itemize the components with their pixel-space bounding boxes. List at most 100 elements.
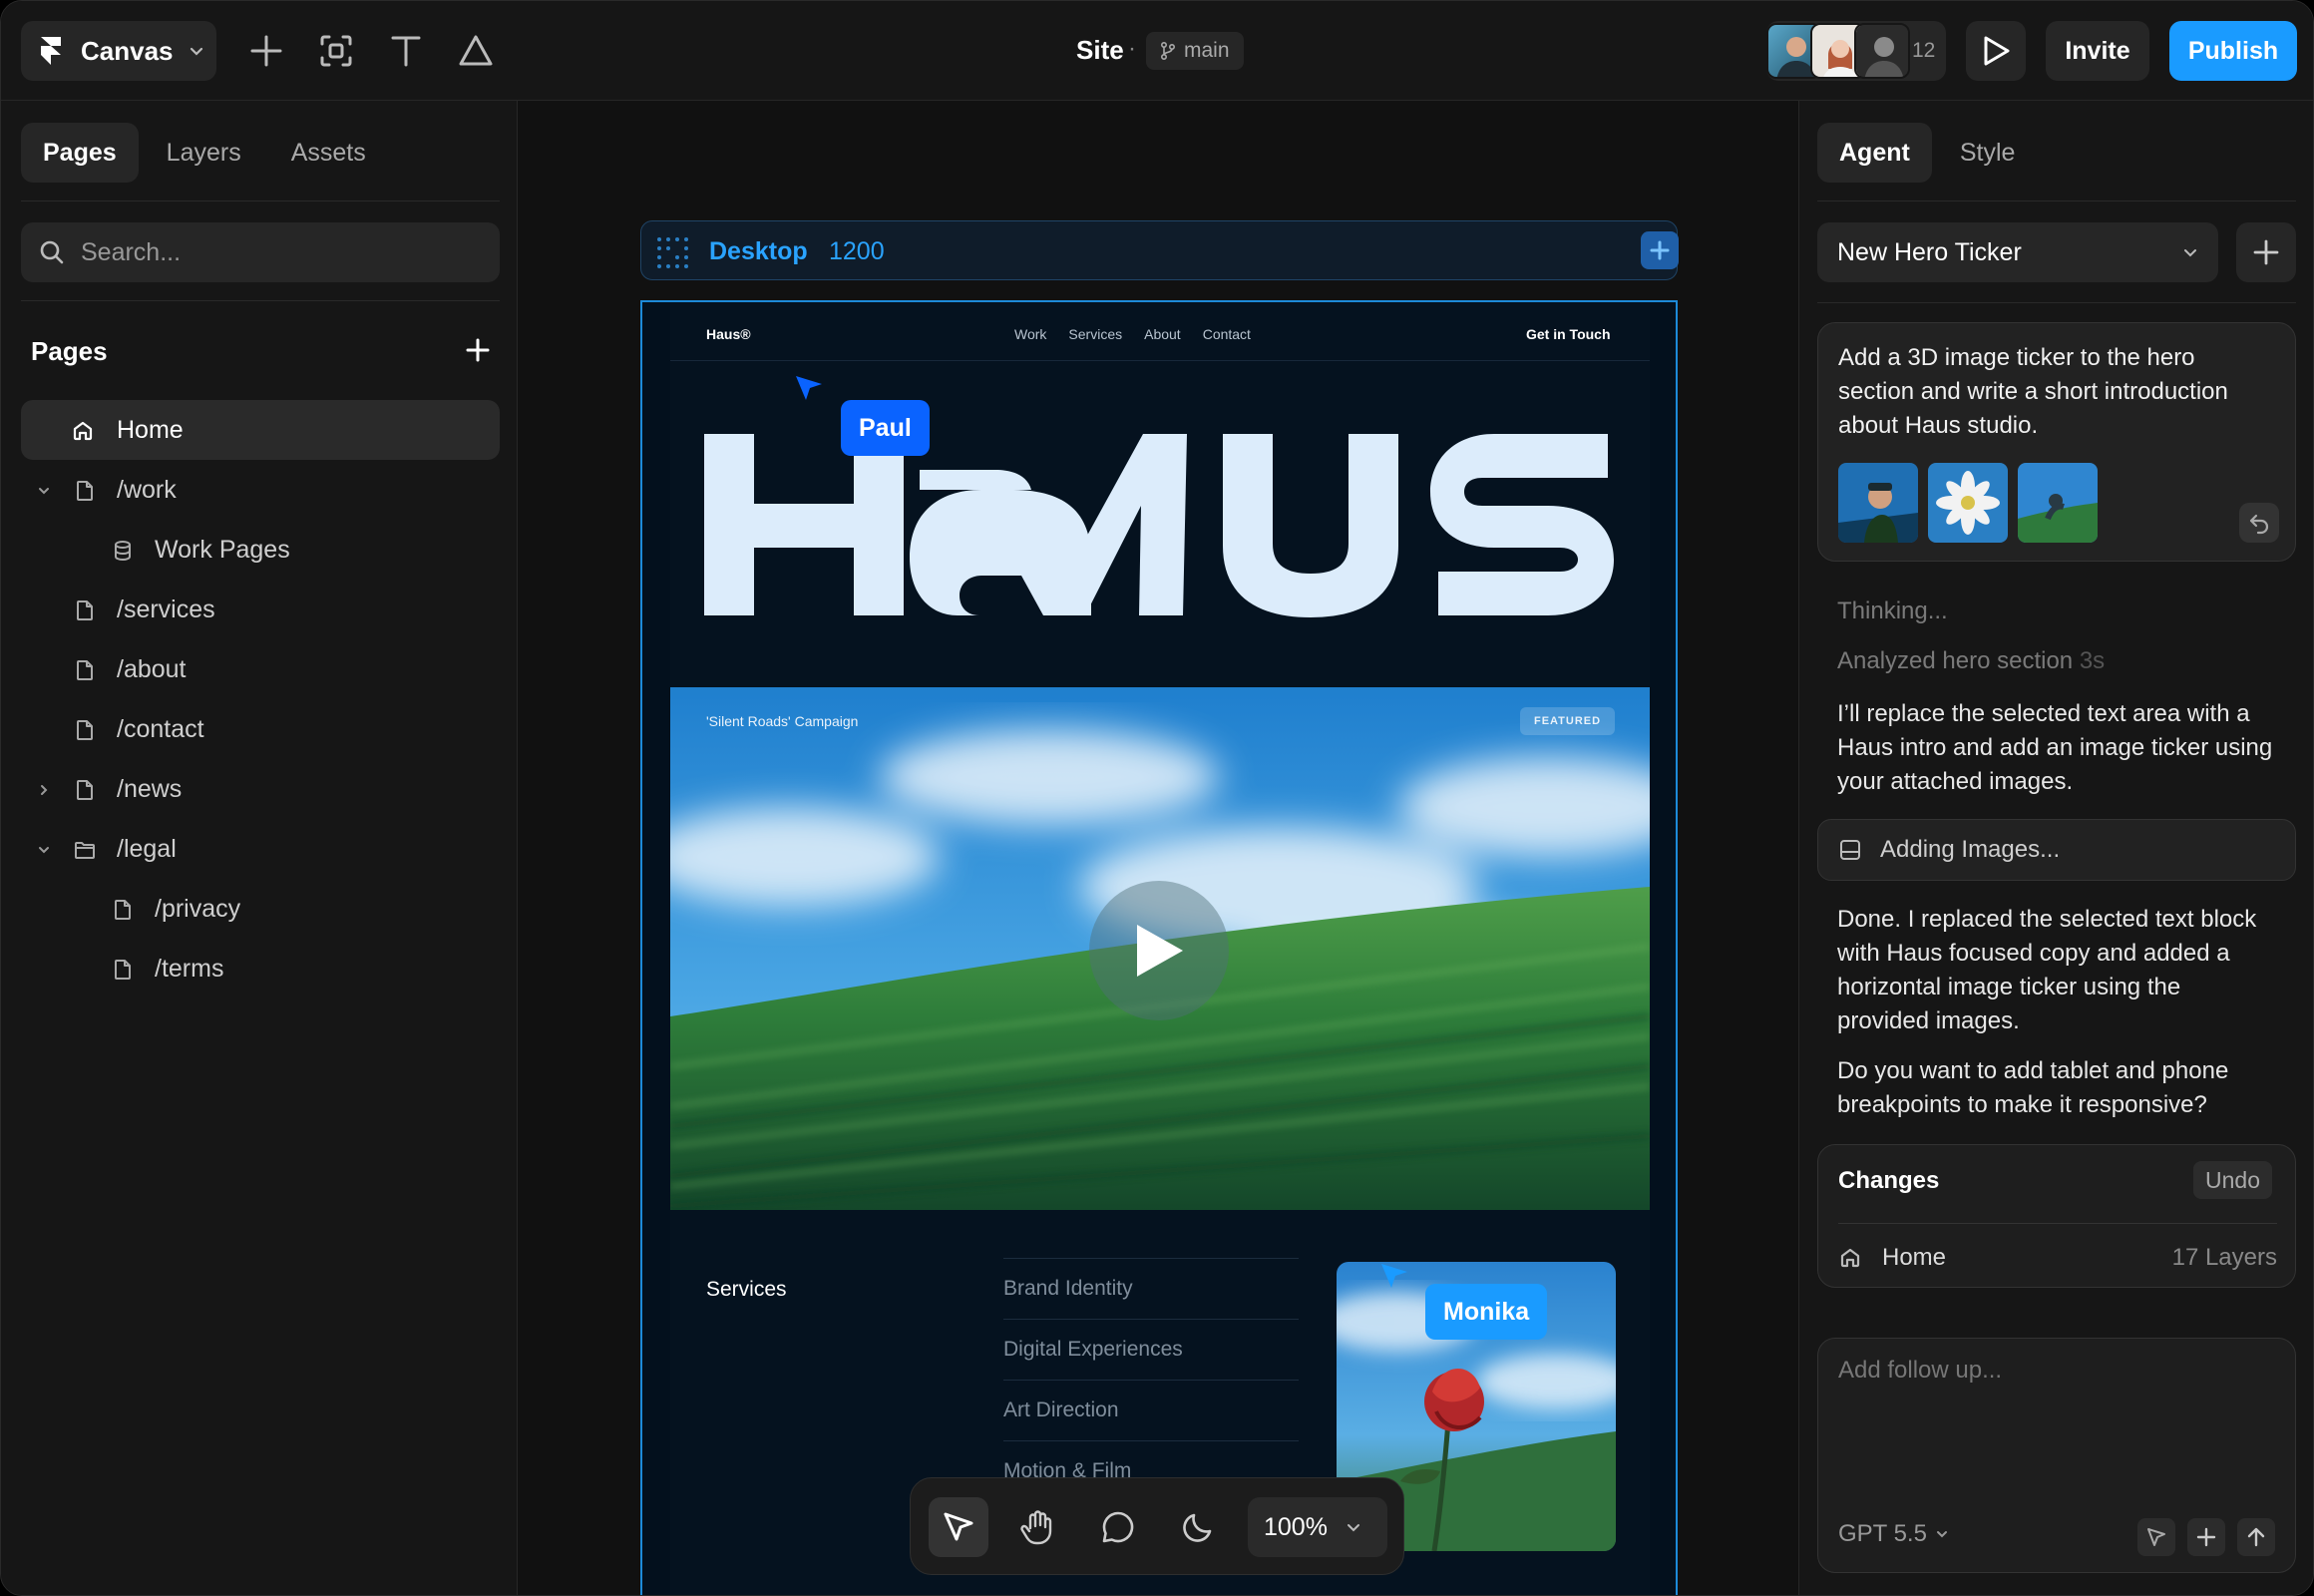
comment-tool-button[interactable] [1088, 1497, 1148, 1557]
site-nav-link[interactable]: Contact [1203, 326, 1251, 342]
avatar[interactable] [1854, 23, 1910, 79]
cursor-arrow-icon [944, 1512, 973, 1541]
search-input[interactable] [81, 237, 480, 267]
tab-agent[interactable]: Agent [1817, 123, 1932, 183]
page-item-work-pages[interactable]: Work Pages [21, 520, 500, 580]
model-selector[interactable]: GPT 5.5 [1838, 1520, 1949, 1548]
theme-toggle-button[interactable] [1168, 1497, 1228, 1557]
video-play-button[interactable] [1089, 881, 1229, 1020]
add-page-icon[interactable] [462, 334, 494, 366]
select-tool-button[interactable] [929, 1497, 988, 1557]
changes-row[interactable]: Home 17 Layers [1838, 1241, 2277, 1275]
page-label: /terms [155, 955, 224, 983]
site-cta-link[interactable]: Get in Touch [1526, 326, 1611, 342]
site-nav-link[interactable]: About [1144, 326, 1181, 342]
database-icon [115, 541, 131, 562]
tab-pages[interactable]: Pages [21, 123, 139, 183]
chevron-right-icon[interactable] [37, 783, 51, 797]
page-label: /news [117, 775, 183, 803]
collaborator-avatars[interactable]: 12 [1766, 21, 1946, 81]
page-label: Home [117, 416, 184, 444]
play-icon [1137, 925, 1183, 977]
page-item-contact[interactable]: /contact [21, 699, 500, 759]
search-box[interactable] [21, 222, 500, 282]
tab-layers[interactable]: Layers [145, 123, 263, 183]
site-title[interactable]: Site [1076, 35, 1124, 66]
thread-title: New Hero Ticker [1837, 237, 2022, 266]
page-item-privacy[interactable]: /privacy [21, 879, 500, 939]
service-item[interactable]: Digital Experiences [1003, 1319, 1299, 1380]
page-item-about[interactable]: /about [21, 639, 500, 699]
page-item-services[interactable]: /services [21, 580, 500, 639]
app-menu-button[interactable]: Canvas [21, 21, 216, 81]
thread-selector[interactable]: New Hero Ticker [1817, 222, 2218, 282]
changes-card: Changes Undo Home 17 Layers [1817, 1144, 2296, 1288]
undo-arrow-icon [2249, 514, 2269, 535]
invite-button[interactable]: Invite [2046, 21, 2149, 81]
service-item[interactable]: Art Direction [1003, 1380, 1299, 1440]
page-item-home[interactable]: Home [21, 400, 500, 460]
site-nav-link[interactable]: Services [1068, 326, 1122, 342]
branch-name: main [1184, 39, 1230, 62]
attached-image-thumbnail[interactable] [2018, 463, 2098, 543]
add-breakpoint-button[interactable] [1641, 231, 1679, 269]
chevron-down-icon[interactable] [37, 484, 51, 498]
hero-image[interactable]: 'Silent Roads' Campaign FEATURED [670, 687, 1650, 1210]
divider [1817, 302, 2296, 303]
app-window: Canvas Site · main 12 Invite Publish Pag… [0, 0, 2314, 1596]
cursor-arrow-icon [2147, 1528, 2165, 1546]
drag-grid-icon[interactable] [655, 235, 689, 269]
branch-icon [1161, 42, 1176, 60]
hand-tool-button[interactable] [1008, 1497, 1068, 1557]
attached-image-thumbnail[interactable] [1928, 463, 2008, 543]
app-menu-label: Canvas [81, 35, 174, 66]
desktop-frame[interactable]: Haus® Work Services About Contact Get in… [640, 300, 1678, 1595]
chevron-down-icon [1347, 1524, 1359, 1532]
insert-plus-icon[interactable] [246, 31, 286, 71]
tool-step-pill[interactable]: Adding Images... [1817, 819, 2296, 881]
site-nav-link[interactable]: Work [1014, 326, 1046, 342]
publish-button[interactable]: Publish [2169, 21, 2297, 81]
page-icon [77, 600, 93, 620]
page-item-work[interactable]: /work [21, 460, 500, 520]
page-icon [115, 960, 131, 980]
frame-tool-icon[interactable] [316, 31, 356, 71]
frame-header[interactable]: Desktop 1200 [640, 220, 1679, 280]
attached-image-thumbnail[interactable] [1838, 463, 1918, 543]
cursor-pointer-icon [796, 376, 822, 400]
attach-button[interactable] [2187, 1518, 2225, 1556]
divider [1817, 200, 2296, 201]
chevron-down-icon[interactable] [37, 843, 51, 857]
branch-selector[interactable]: main [1146, 32, 1244, 70]
revert-button[interactable] [2239, 503, 2279, 543]
status-analyzed: Analyzed hero section 3s [1837, 647, 2105, 675]
follow-up-input[interactable] [1838, 1357, 2277, 1476]
design-canvas[interactable]: Desktop 1200 Haus® Work Services About C… [519, 101, 1797, 1595]
page-item-terms[interactable]: /terms [21, 939, 500, 998]
right-panel: Agent Style New Hero Ticker Add a 3D ima… [1798, 101, 2313, 1595]
page-icon [77, 660, 93, 680]
new-thread-button[interactable] [2236, 222, 2296, 282]
text-tool-icon[interactable] [386, 31, 426, 71]
title-separator: · [1128, 35, 1136, 62]
model-name: GPT 5.5 [1838, 1520, 1927, 1547]
page-item-legal[interactable]: /legal [21, 819, 500, 879]
canvas-toolbar: 100% [910, 1477, 1404, 1575]
home-icon [1840, 1248, 1860, 1268]
select-element-button[interactable] [2137, 1518, 2175, 1556]
haus-wordmark[interactable] [704, 430, 1614, 617]
collaborator-count: 12 [1912, 39, 1936, 62]
tab-assets[interactable]: Assets [269, 123, 388, 183]
tab-style[interactable]: Style [1938, 123, 2038, 183]
shape-triangle-icon[interactable] [456, 31, 496, 71]
composer: GPT 5.5 [1817, 1338, 2296, 1573]
page-label: /privacy [155, 895, 241, 923]
site-logo[interactable]: Haus® [706, 326, 751, 342]
undo-changes-button[interactable]: Undo [2193, 1161, 2272, 1199]
preview-button[interactable] [1966, 21, 2026, 81]
send-button[interactable] [2237, 1518, 2275, 1556]
page-item-news[interactable]: /news [21, 759, 500, 819]
folder-icon [75, 842, 95, 859]
zoom-selector[interactable]: 100% [1248, 1497, 1387, 1557]
service-item[interactable]: Brand Identity [1003, 1258, 1299, 1319]
